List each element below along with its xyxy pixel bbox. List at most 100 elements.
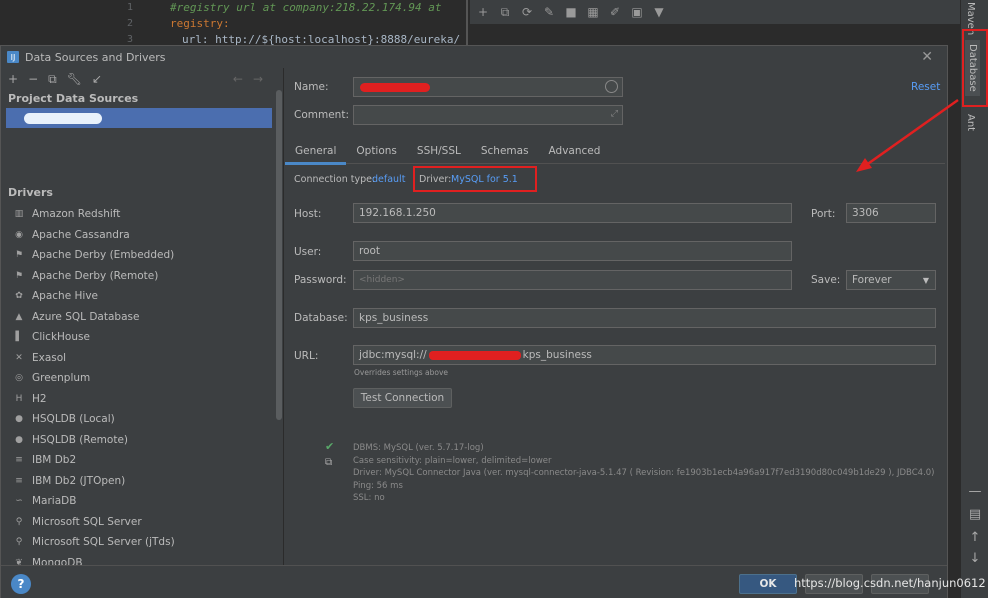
import-icon[interactable]: ↙ xyxy=(92,72,102,86)
data-sources-dialog: IJ Data Sources and Drivers ✕ + − ⧉ 🔧︎ ↙… xyxy=(0,45,948,598)
color-picker-icon[interactable] xyxy=(605,80,618,93)
code-editor[interactable]: #registry url at company:218.22.174.94 a… xyxy=(160,0,470,46)
tab-general[interactable]: General xyxy=(285,138,347,165)
success-check-icon: ✔ xyxy=(325,440,335,453)
nav-arrows-icon[interactable]: ←→ xyxy=(233,72,273,86)
derby-icon: ⚑ xyxy=(14,250,24,261)
connection-type-link[interactable]: default xyxy=(372,174,405,185)
redaction-mark xyxy=(428,350,521,360)
test-connection-button[interactable]: Test Connection xyxy=(353,388,452,408)
arrow-down-icon[interactable]: ↓ xyxy=(961,551,988,566)
driver-label: Exasol xyxy=(32,351,67,364)
scrollbar[interactable] xyxy=(276,90,282,420)
arrow-up-icon[interactable]: ↑ xyxy=(961,530,988,545)
layout-icon[interactable]: ▤ xyxy=(961,507,988,522)
mssql-icon: ⚲ xyxy=(15,537,23,548)
copy-icon[interactable]: ⧉ xyxy=(498,5,512,20)
database-tab[interactable]: Database xyxy=(965,40,980,96)
greenplum-icon: ◎ xyxy=(15,373,23,384)
edit-icon[interactable]: ✎ xyxy=(542,5,556,19)
dialog-titlebar: IJ Data Sources and Drivers xyxy=(1,46,947,68)
comment-label: Comment: xyxy=(294,109,349,121)
tab-advanced[interactable]: Advanced xyxy=(539,138,611,164)
driver-label: Microsoft SQL Server (jTds) xyxy=(32,536,175,549)
driver-label: Apache Derby (Embedded) xyxy=(32,249,175,262)
driver-item[interactable]: ⚑ Apache Derby (Embedded) xyxy=(1,245,273,266)
driver-label: Microsoft SQL Server xyxy=(32,515,142,528)
filter-icon[interactable]: ▼ xyxy=(652,5,666,19)
copy-icon[interactable]: ⧉ xyxy=(325,457,332,468)
driver-item[interactable]: ∽ MariaDB xyxy=(1,491,273,512)
driver-item[interactable]: ⚲ Microsoft SQL Server xyxy=(1,512,273,533)
url-input[interactable]: jdbc:mysql:// kps_business xyxy=(353,345,936,365)
driver-label: MariaDB xyxy=(32,495,77,508)
driver-item[interactable]: ≡ IBM Db2 (JTOpen) xyxy=(1,471,273,492)
driver-item[interactable]: ◉ Apache Cassandra xyxy=(1,225,273,246)
comment-input[interactable]: ⤢ xyxy=(353,105,623,125)
azure-icon: ▲ xyxy=(15,311,23,322)
refresh-icon[interactable]: ⟳ xyxy=(520,5,534,19)
add-icon[interactable]: + xyxy=(476,5,490,19)
user-input[interactable]: root xyxy=(353,241,792,261)
ibm-icon: ≡ xyxy=(15,455,23,466)
info-line: Ping: 56 ms xyxy=(353,480,403,491)
code-line[interactable]: #registry url at company:218.22.174.94 a… xyxy=(160,0,470,16)
watermark: https://blog.csdn.net/hanjun0612 xyxy=(794,576,986,590)
driver-label: Apache Cassandra xyxy=(32,228,130,241)
tab-ssh-ssl[interactable]: SSH/SSL xyxy=(407,138,471,164)
ok-button[interactable]: OK xyxy=(739,574,797,594)
editor-divider xyxy=(466,0,468,45)
url-suffix: kps_business xyxy=(522,349,592,361)
port-input[interactable]: 3306 xyxy=(846,203,936,223)
driver-item[interactable]: ⚑ Apache Derby (Remote) xyxy=(1,266,273,287)
name-input[interactable] xyxy=(353,77,623,97)
maven-tab[interactable]: Maven xyxy=(965,2,976,35)
driver-list: ▥ Amazon Redshift ◉ Apache Cassandra ⚑ Apache… xyxy=(1,204,273,594)
redshift-icon: ▥ xyxy=(14,209,24,220)
selected-data-source[interactable] xyxy=(6,108,272,128)
driver-item[interactable]: ▲ Azure SQL Database xyxy=(1,307,273,328)
expand-icon[interactable]: ⤢ xyxy=(611,109,618,119)
clickhouse-icon: ▌ xyxy=(15,332,23,343)
password-input[interactable]: <hidden> xyxy=(353,270,792,290)
reset-link[interactable]: Reset xyxy=(911,81,940,93)
password-label: Password: xyxy=(294,274,347,286)
ant-tab[interactable]: Ant xyxy=(965,114,976,131)
save-select[interactable]: Forever ▼ xyxy=(846,270,936,290)
ibm-icon: ≡ xyxy=(15,475,23,486)
driver-label: ClickHouse xyxy=(32,331,90,344)
duplicate-icon[interactable]: ⧉ xyxy=(48,72,57,87)
ide-window: 1 2 3 #registry url at company:218.22.17… xyxy=(0,0,988,598)
table-icon[interactable]: ▦ xyxy=(586,5,600,19)
driver-item[interactable]: ▥ Amazon Redshift xyxy=(1,204,273,225)
help-button[interactable]: ? xyxy=(11,574,31,594)
driver-item[interactable]: H H2 xyxy=(1,389,273,410)
driver-item[interactable]: ⚲ Microsoft SQL Server (jTds) xyxy=(1,532,273,553)
project-sources-title: Project Data Sources xyxy=(8,92,139,105)
close-icon[interactable]: ✕ xyxy=(921,49,933,65)
derby-icon: ⚑ xyxy=(14,270,24,281)
stop-icon[interactable]: ■ xyxy=(564,5,578,19)
host-input[interactable]: 192.168.1.250 xyxy=(353,203,792,223)
driver-item[interactable]: ● HSQLDB (Remote) xyxy=(1,430,273,451)
hsqldb-icon: ● xyxy=(15,434,23,445)
driver-item[interactable]: ▌ ClickHouse xyxy=(1,327,273,348)
driver-item[interactable]: ◎ Greenplum xyxy=(1,368,273,389)
driver-item[interactable]: ● HSQLDB (Local) xyxy=(1,409,273,430)
tab-options[interactable]: Options xyxy=(346,138,407,164)
add-icon[interactable]: + xyxy=(8,72,18,86)
console-icon[interactable]: ▣ xyxy=(630,5,644,19)
tab-schemas[interactable]: Schemas xyxy=(471,138,539,164)
url-prefix: jdbc:mysql:// xyxy=(359,349,427,361)
connection-form: Name: Reset Comment: ⤢ General Options S… xyxy=(285,68,947,565)
minimize-icon[interactable]: — xyxy=(961,484,988,499)
pencil-icon[interactable]: ✐ xyxy=(608,5,622,19)
wrench-icon[interactable]: 🔧︎ xyxy=(67,72,82,86)
driver-item[interactable]: ≡ IBM Db2 xyxy=(1,450,273,471)
database-input[interactable]: kps_business xyxy=(353,308,936,328)
driver-item[interactable]: ✕ Exasol xyxy=(1,348,273,369)
code-line[interactable]: registry: xyxy=(160,16,470,32)
remove-icon[interactable]: − xyxy=(28,72,38,86)
driver-item[interactable]: ✿ Apache Hive xyxy=(1,286,273,307)
database-label: Database: xyxy=(294,312,348,324)
